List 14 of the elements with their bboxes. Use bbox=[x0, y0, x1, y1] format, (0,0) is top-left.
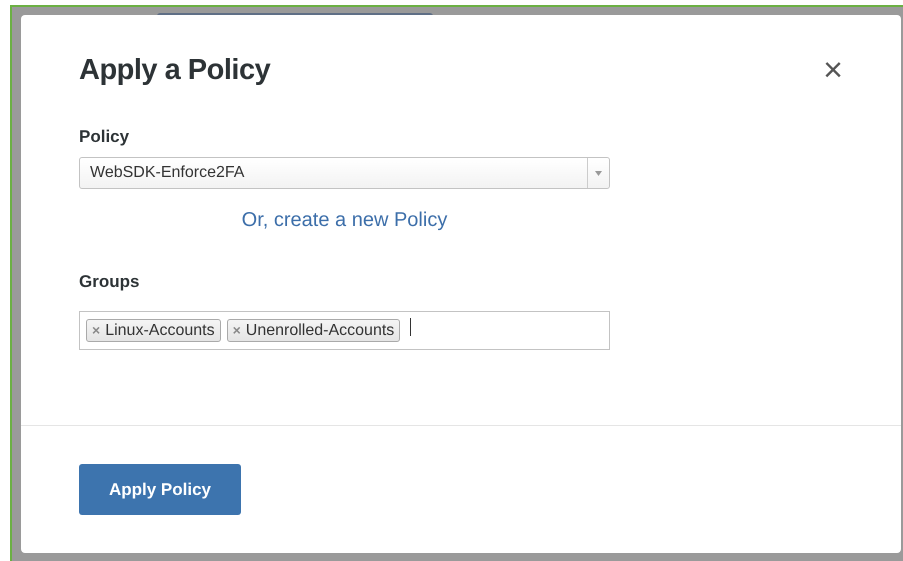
tag-label: Linux-Accounts bbox=[105, 320, 215, 340]
groups-field[interactable]: × Linux-Accounts × Unenrolled-Accounts bbox=[79, 310, 610, 350]
dialog-title: Apply a Policy bbox=[79, 53, 270, 88]
policy-select[interactable]: WebSDK-Enforce2FA bbox=[79, 157, 610, 190]
field-label: Groups bbox=[79, 271, 140, 294]
text-cursor bbox=[410, 318, 412, 336]
apply-policy-button[interactable]: Apply Policy bbox=[79, 464, 241, 515]
remove-button[interactable]: × bbox=[92, 322, 100, 339]
create-policy-link[interactable]: Or, create a new Policy bbox=[242, 209, 448, 232]
remove-button[interactable]: × bbox=[232, 322, 241, 339]
close-button[interactable]: × bbox=[823, 53, 843, 88]
field-label: Policy bbox=[79, 126, 130, 148]
tag-label: Unenrolled-Accounts bbox=[246, 320, 394, 340]
caret-icon bbox=[595, 170, 602, 176]
